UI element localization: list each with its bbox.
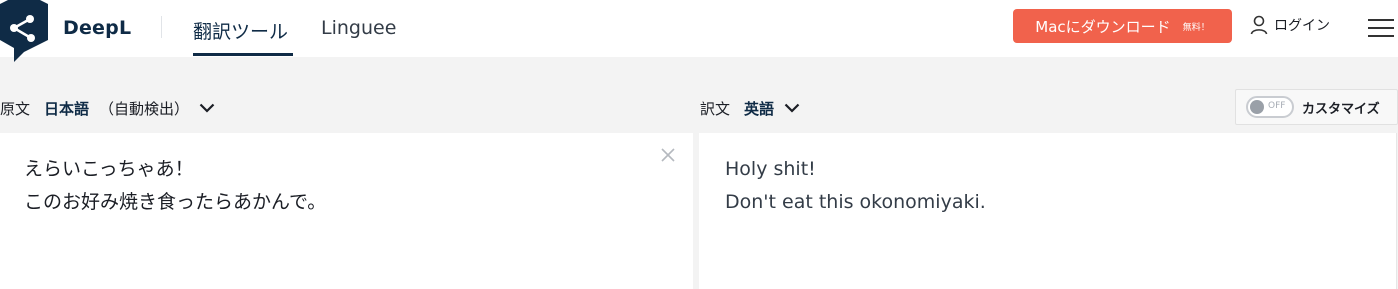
toggle-state-label: OFF bbox=[1268, 101, 1286, 111]
auto-detect-note: （自動検出） bbox=[99, 99, 190, 118]
source-language: 日本語 bbox=[44, 99, 90, 118]
source-prefix: 原文 bbox=[0, 99, 31, 118]
active-tab-indicator bbox=[193, 53, 293, 56]
source-text-panel[interactable]: えらいこっちゃあ！ このお好み焼き食ったらあかんで。 bbox=[0, 133, 693, 289]
customize-label: カスタマイズ bbox=[1302, 101, 1380, 117]
hamburger-menu-icon[interactable] bbox=[1368, 19, 1394, 37]
chevron-down-icon[interactable] bbox=[199, 103, 215, 113]
customize-toggle[interactable]: OFF bbox=[1246, 96, 1294, 118]
chevron-down-icon[interactable] bbox=[784, 103, 800, 113]
free-badge: 無料！ bbox=[1182, 22, 1210, 33]
target-language-selector[interactable]: 訳文 英語 bbox=[700, 96, 800, 120]
brand-name[interactable]: DeepL bbox=[63, 17, 131, 39]
login-button[interactable]: ログイン bbox=[1250, 13, 1330, 37]
toggle-knob bbox=[1250, 100, 1264, 114]
deepl-logo-icon[interactable] bbox=[0, 0, 48, 62]
download-mac-button[interactable]: Macにダウンロード 無料！ bbox=[1013, 9, 1232, 43]
target-text-panel: Holy shit! Don't eat this okonomiyaki. bbox=[699, 133, 1397, 289]
source-text-input[interactable]: えらいこっちゃあ！ このお好み焼き食ったらあかんで。 bbox=[24, 153, 326, 219]
target-language: 英語 bbox=[744, 99, 775, 118]
top-navigation-bar: DeepL 翻訳ツール Linguee Macにダウンロード 無料！ ログイン bbox=[0, 0, 1398, 62]
source-language-selector[interactable]: 原文 日本語 （自動検出） bbox=[0, 96, 215, 120]
close-icon[interactable] bbox=[661, 148, 675, 162]
brand-divider bbox=[161, 16, 162, 38]
tab-translator[interactable]: 翻訳ツール bbox=[193, 17, 288, 44]
tab-linguee[interactable]: Linguee bbox=[321, 17, 396, 39]
target-prefix: 訳文 bbox=[700, 99, 731, 118]
download-button-label: Macにダウンロード bbox=[1035, 17, 1171, 36]
customize-toggle-button[interactable]: OFF カスタマイズ bbox=[1235, 89, 1398, 125]
login-label: ログイン bbox=[1274, 18, 1330, 34]
translation-output[interactable]: Holy shit! Don't eat this okonomiyaki. bbox=[725, 153, 986, 219]
user-icon bbox=[1250, 15, 1268, 35]
